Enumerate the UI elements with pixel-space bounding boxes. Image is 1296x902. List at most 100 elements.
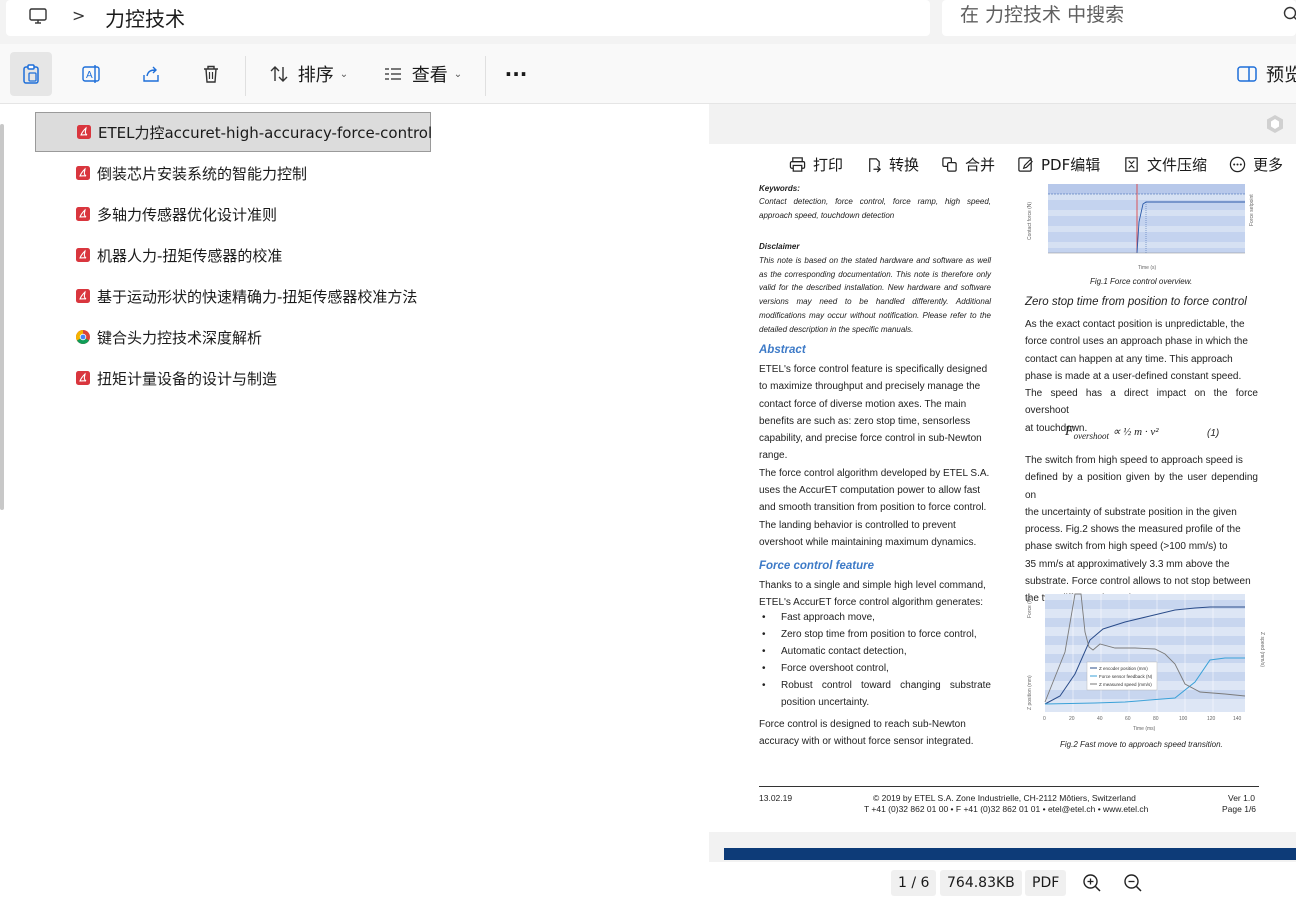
preview-pane-button[interactable]: 预览 [1228, 52, 1296, 96]
text-line: As the exact contact position is unpredi… [1025, 319, 1245, 330]
share-button[interactable] [130, 52, 172, 96]
formula-rhs: ∝ ½ m · v² [1112, 426, 1159, 438]
footer-version: Ver 1.0 [1228, 793, 1255, 803]
file-row[interactable]: 多轴力传感器优化设计准则 [35, 194, 431, 234]
file-size: 764.83KB [940, 870, 1022, 896]
fig1-caption: Fig.1 Force control overview. [1090, 277, 1193, 286]
address-box[interactable]: > 力控技术 [6, 0, 930, 36]
text-line: contact can happen at any time. This app… [1025, 353, 1233, 365]
fig2-chart: Z encoder position (mm) Force sensor fee… [1027, 593, 1265, 732]
bullet-item: Zero stop time from position to force co… [781, 629, 977, 640]
bullet-dot: • [762, 680, 766, 691]
breadcrumb-current-folder[interactable]: 力控技术 [105, 3, 185, 32]
file-list-pane: ETEL力控accuret-high-accuracy-force-contro… [0, 104, 708, 902]
footer-company-line1: © 2019 by ETEL S.A. Zone Industrielle, C… [873, 793, 1136, 803]
pdf-edit-button[interactable]: PDF编辑 [1017, 154, 1100, 175]
clipboard-icon [23, 64, 39, 84]
this-pc-icon[interactable] [28, 6, 48, 26]
breadcrumb-chevron-icon[interactable]: > [72, 6, 85, 25]
file-row[interactable]: 倒装芯片安装系统的智能力控制 [35, 153, 431, 193]
zoom-out-icon [1124, 874, 1142, 892]
pdf-toolbar: 打印 转换 合并 PDF编辑 文件压缩 更多 [709, 144, 1296, 182]
more-label: 更多 [1253, 156, 1284, 174]
sort-button[interactable]: 排序 ⌄ [258, 52, 358, 96]
more-options-button[interactable]: ··· [495, 52, 537, 96]
text-line: This note is based on the stated hardwar… [759, 256, 991, 265]
toolbar-divider [485, 56, 486, 96]
keywords-line: approach speed, touchdown detection [759, 210, 895, 220]
merge-label: 合并 [965, 156, 996, 174]
fig2-ylabel-right: Z speed (mm/s) [1259, 632, 1265, 667]
svg-text:120: 120 [1207, 716, 1216, 722]
disclaimer-text: This note is based on the stated hardwar… [759, 254, 991, 336]
page-indicator[interactable]: 1 / 6 [891, 870, 937, 896]
text-line: the uncertainty of substrate position in… [1025, 506, 1237, 518]
abstract-text: ETEL's force control feature is specific… [759, 361, 991, 551]
search-box [942, 0, 1296, 36]
share-icon [143, 66, 159, 82]
file-row[interactable]: 基于运动形状的快速精确力-扭矩传感器校准方法 [35, 276, 431, 316]
formula: Fovershoot ∝ ½ m · v² [1065, 424, 1159, 441]
fig1-chart: Time (s) Contact force (N) Force setpoin… [1027, 184, 1255, 271]
preview-pane-icon [1237, 66, 1257, 82]
paste-button[interactable] [10, 52, 52, 96]
svg-text:80: 80 [1153, 716, 1159, 722]
rename-button[interactable]: A [70, 52, 112, 96]
zoom-in-button[interactable] [1075, 870, 1109, 896]
file-row[interactable]: 键合头力控技术深度解析 [35, 317, 431, 357]
print-button[interactable]: 打印 [789, 154, 843, 175]
zoom-out-button[interactable] [1116, 870, 1150, 896]
search-icon[interactable] [1282, 5, 1296, 23]
file-name: 基于运动形状的快速精确力-扭矩传感器校准方法 [97, 287, 418, 306]
text-line: The switch from high speed to approach s… [1025, 455, 1243, 466]
keywords-text: Contact detection, force control, force … [759, 195, 991, 222]
text-line: valid for the described installation. Ne… [759, 283, 991, 293]
svg-text:0: 0 [1043, 716, 1046, 722]
text-line: capability, and precise force control in… [759, 433, 982, 445]
convert-button[interactable]: 转换 [865, 154, 919, 175]
view-button[interactable]: 查看 ⌄ [372, 52, 472, 96]
file-name: 倒装芯片安装系统的智能力控制 [97, 164, 308, 183]
merge-icon [942, 157, 957, 172]
disclaimer-title: Disclaimer [759, 242, 800, 251]
file-row[interactable]: 扭矩计量设备的设计与制造 [35, 358, 431, 398]
text-line: The landing behavior is controlled to pr… [759, 519, 956, 531]
preview-status-bar: 1 / 6 764.83KB PDF [709, 862, 1296, 902]
search-input[interactable] [960, 4, 1260, 26]
file-name: 键合头力控技术深度解析 [97, 328, 263, 347]
formula-lhs: F [1065, 424, 1074, 439]
sort-icon [270, 66, 288, 82]
keywords-title: Keywords: [759, 184, 800, 193]
text-line: The force control algorithm developed by… [759, 467, 990, 479]
trash-icon [204, 65, 218, 83]
footer-rule [759, 786, 1259, 787]
text-line: and smooth transition from position to f… [759, 502, 987, 514]
merge-button[interactable]: 合并 [941, 154, 995, 175]
edit-icon [1018, 157, 1033, 172]
fig2-caption: Fig.2 Fast move to approach speed transi… [1060, 740, 1223, 749]
bullet-dot: • [762, 612, 766, 623]
view-list-icon [384, 68, 401, 80]
file-row[interactable]: ETEL力控accuret-high-accuracy-force-contro… [35, 112, 432, 152]
bullet-item: Force overshoot control, [781, 663, 889, 674]
command-bar: A 排序 ⌄ 查看 ⌄ ··· 预览 [0, 44, 1296, 104]
chrome-html-icon [76, 330, 90, 344]
compress-button[interactable]: 文件压缩 [1123, 154, 1207, 175]
vertical-scrollbar[interactable] [0, 124, 4, 510]
fig2-legend-item: Force sensor feedback (N) [1099, 674, 1153, 679]
chevron-down-icon: ⌄ [339, 68, 349, 80]
footer-date: 13.02.19 [759, 793, 793, 803]
print-label: 打印 [813, 156, 844, 174]
view-label: 查看 [411, 65, 448, 86]
pdf-page[interactable]: Keywords: Contact detection, force contr… [709, 182, 1296, 832]
text-line: overshoot while maintaining maximum dyna… [759, 536, 977, 548]
file-row[interactable]: 机器人力-扭矩传感器的校准 [35, 235, 431, 275]
text-line: phase is made at a user-defined constant… [1025, 370, 1242, 382]
fig1-rlabel: Force setpoint [1249, 194, 1255, 226]
section2-heading: Zero stop time from position to force co… [1025, 296, 1247, 308]
more-circle-icon [1229, 156, 1246, 173]
svg-text:A: A [86, 70, 93, 81]
delete-button[interactable] [190, 52, 232, 96]
more-button[interactable]: 更多 [1229, 154, 1283, 175]
pdf-file-icon [76, 207, 90, 221]
